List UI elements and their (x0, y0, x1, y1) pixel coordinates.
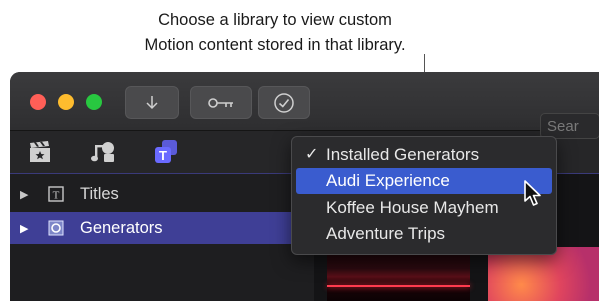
generators-icon (48, 220, 64, 236)
generator-thumbnail[interactable] (488, 247, 599, 301)
background-tasks-button[interactable] (258, 86, 310, 119)
clapper-star-icon[interactable] (26, 139, 54, 165)
key-icon (208, 97, 233, 108)
sidebar: ▶ T Titles ▶ Generators (10, 174, 314, 301)
menu-item-label: Audi Experience (326, 171, 450, 190)
title-bar (10, 72, 599, 131)
callout-line-2: Motion content stored in that library. (144, 36, 406, 54)
menu-item-label: Installed Generators (326, 145, 480, 164)
generator-thumbnail[interactable] (327, 247, 470, 301)
close-window-button[interactable] (30, 94, 46, 110)
disclosure-triangle-icon[interactable]: ▶ (20, 188, 28, 201)
menu-item-label: Adventure Trips (326, 224, 446, 243)
svg-text:T: T (159, 148, 167, 163)
sidebar-item-label: Generators (80, 218, 163, 237)
thumbnail-glow-line (327, 285, 470, 287)
svg-text:T: T (53, 190, 60, 202)
menu-item-adventure-trips[interactable]: Adventure Trips (296, 221, 552, 247)
menu-item-label: Koffee House Mayhem (326, 198, 499, 217)
minimize-window-button[interactable] (58, 94, 74, 110)
titles-icon: T (48, 186, 64, 202)
menu-item-koffee-house-mayhem[interactable]: Koffee House Mayhem (296, 195, 552, 221)
sidebar-item-titles[interactable]: ▶ T Titles (10, 178, 314, 210)
download-arrow-icon (146, 95, 158, 109)
music-photo-icon[interactable] (90, 139, 118, 165)
sidebar-item-label: Titles (80, 184, 119, 203)
zoom-window-button[interactable] (86, 94, 102, 110)
disclosure-triangle-icon[interactable]: ▶ (20, 222, 28, 235)
callout-text: Choose a library to view custom Motion c… (60, 8, 490, 58)
sidebar-item-generators[interactable]: ▶ Generators (10, 212, 314, 244)
library-dropdown-menu: ✓ Installed Generators Audi Experience K… (291, 136, 557, 255)
checkmark-circle-icon (274, 92, 294, 113)
menu-item-audi-experience[interactable]: Audi Experience (296, 168, 552, 194)
keyword-editor-button[interactable] (190, 86, 252, 119)
checkmark-icon: ✓ (305, 146, 319, 163)
titles-generators-icon[interactable]: T (152, 139, 180, 165)
mouse-pointer-icon (524, 180, 541, 206)
import-media-button[interactable] (125, 86, 179, 119)
callout-line-1: Choose a library to view custom (158, 11, 392, 29)
menu-item-installed-generators[interactable]: ✓ Installed Generators (296, 142, 552, 168)
